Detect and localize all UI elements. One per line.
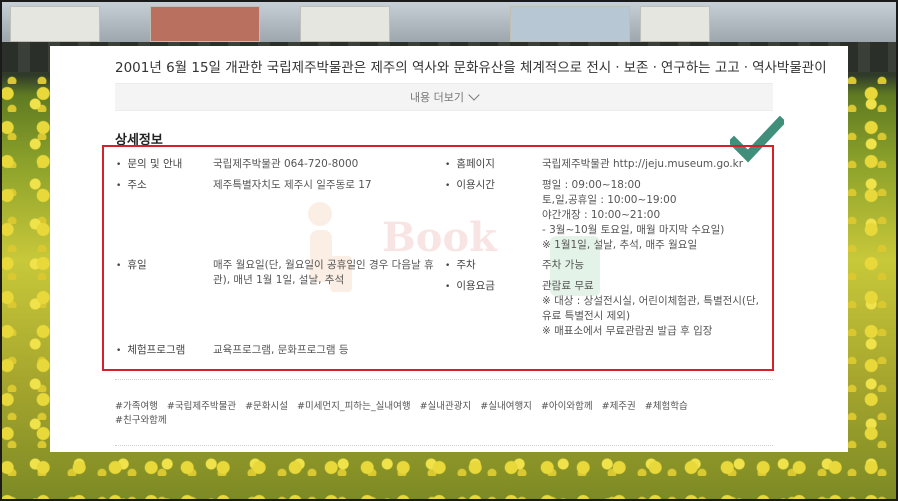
tag-link[interactable]: #아이와함께 — [541, 401, 593, 412]
value-line: 평일 : 09:00~18:00 — [542, 179, 641, 191]
background-building — [510, 6, 630, 42]
tag-link[interactable]: #미세먼지_피하는_실내여행 — [297, 401, 411, 412]
label-holiday: 휴일 — [116, 258, 146, 274]
intro-text: 2001년 6월 15일 개관한 국립제주박물관은 제주의 역사와 문화유산을 … — [115, 60, 827, 76]
more-content-label: 내용 더보기 — [409, 91, 465, 104]
label-parking: 주차 — [445, 258, 475, 274]
chevron-down-icon — [468, 89, 480, 101]
divider — [115, 445, 773, 446]
label-homepage: 홈페이지 — [445, 157, 495, 173]
label-hours: 이용시간 — [445, 178, 495, 194]
value-line: 매주 월요일(단, 월요일이 공휴일인 경우 다음날 휴 — [213, 259, 434, 271]
tag-link[interactable]: #문화시설 — [245, 401, 288, 412]
value-line: 교육프로그램, 문화프로그램 등 — [213, 344, 349, 356]
value-fee: 관람료 무료 ※ 대상 : 상설전시실, 어린이체험관, 특별전시(단, 유료 … — [542, 279, 759, 339]
value-parking: 주차 가능 — [542, 258, 584, 273]
value-line: 국립제주박물관 064-720-8000 — [213, 158, 359, 170]
tag-link[interactable]: #친구와함께 — [115, 415, 167, 426]
tag-link[interactable]: #실내여행지 — [480, 401, 532, 412]
background-building — [300, 6, 390, 42]
label-fee: 이용요금 — [445, 279, 495, 295]
value-line: - 3월~10월 토요일, 매월 마지막 수요일) — [542, 224, 725, 236]
value-hours: 평일 : 09:00~18:00 토,일,공휴일 : 10:00~19:00 야… — [542, 178, 724, 253]
value-line: 제주특별자치도 제주시 일주동로 17 — [213, 179, 372, 191]
value-line: 관), 매년 1월 1일, 설날, 추석 — [213, 274, 345, 286]
content-card: 2001년 6월 15일 개관한 국립제주박물관은 제주의 역사와 문화유산을 … — [50, 46, 848, 452]
label-address: 주소 — [116, 178, 146, 194]
tag-link[interactable]: #가족여행 — [115, 401, 158, 412]
background-building — [150, 6, 260, 42]
value-line: ※ 1월1일, 설날, 추석, 매주 월요일 — [542, 239, 698, 251]
tag-link[interactable]: #실내관광지 — [420, 401, 472, 412]
background-building — [10, 6, 100, 42]
value-contact: 국립제주박물관 064-720-8000 — [213, 157, 358, 172]
value-line: 유료 특별전시 제외) — [542, 310, 631, 322]
value-line: 관람료 무료 — [542, 280, 594, 292]
value-line: ※ 대상 : 상설전시실, 어린이체험관, 특별전시(단, — [542, 295, 760, 307]
value-program: 교육프로그램, 문화프로그램 등 — [213, 343, 349, 358]
more-content-button[interactable]: 내용 더보기 — [115, 83, 773, 111]
value-line: 야간개장 : 10:00~21:00 — [542, 209, 661, 221]
value-holiday: 매주 월요일(단, 월요일이 공휴일인 경우 다음날 휴 관), 매년 1월 1… — [213, 258, 434, 288]
tag-link[interactable]: #국립제주박물관 — [167, 401, 236, 412]
background-building — [640, 6, 710, 42]
value-address: 제주특별자치도 제주시 일주동로 17 — [213, 178, 372, 193]
label-program: 체험프로그램 — [116, 343, 185, 359]
label-contact: 문의 및 안내 — [116, 157, 182, 173]
background-sky — [0, 0, 898, 44]
homepage-link[interactable]: 국립제주박물관 http://jeju.museum.go.kr — [542, 157, 743, 172]
tag-list: #가족여행 #국립제주박물관 #문화시설 #미세먼지_피하는_실내여행 #실내관광지 #실… — [115, 400, 755, 428]
value-homepage[interactable]: 국립제주박물관 http://jeju.museum.go.kr — [542, 157, 743, 172]
value-line: 주차 가능 — [542, 259, 584, 271]
tag-link[interactable]: #제주권 — [602, 401, 636, 412]
tag-link[interactable]: #체험학습 — [645, 401, 688, 412]
value-line: ※ 매표소에서 무료관람권 발급 후 입장 — [542, 325, 713, 337]
value-line: 토,일,공휴일 : 10:00~19:00 — [542, 194, 677, 206]
divider — [115, 379, 773, 380]
